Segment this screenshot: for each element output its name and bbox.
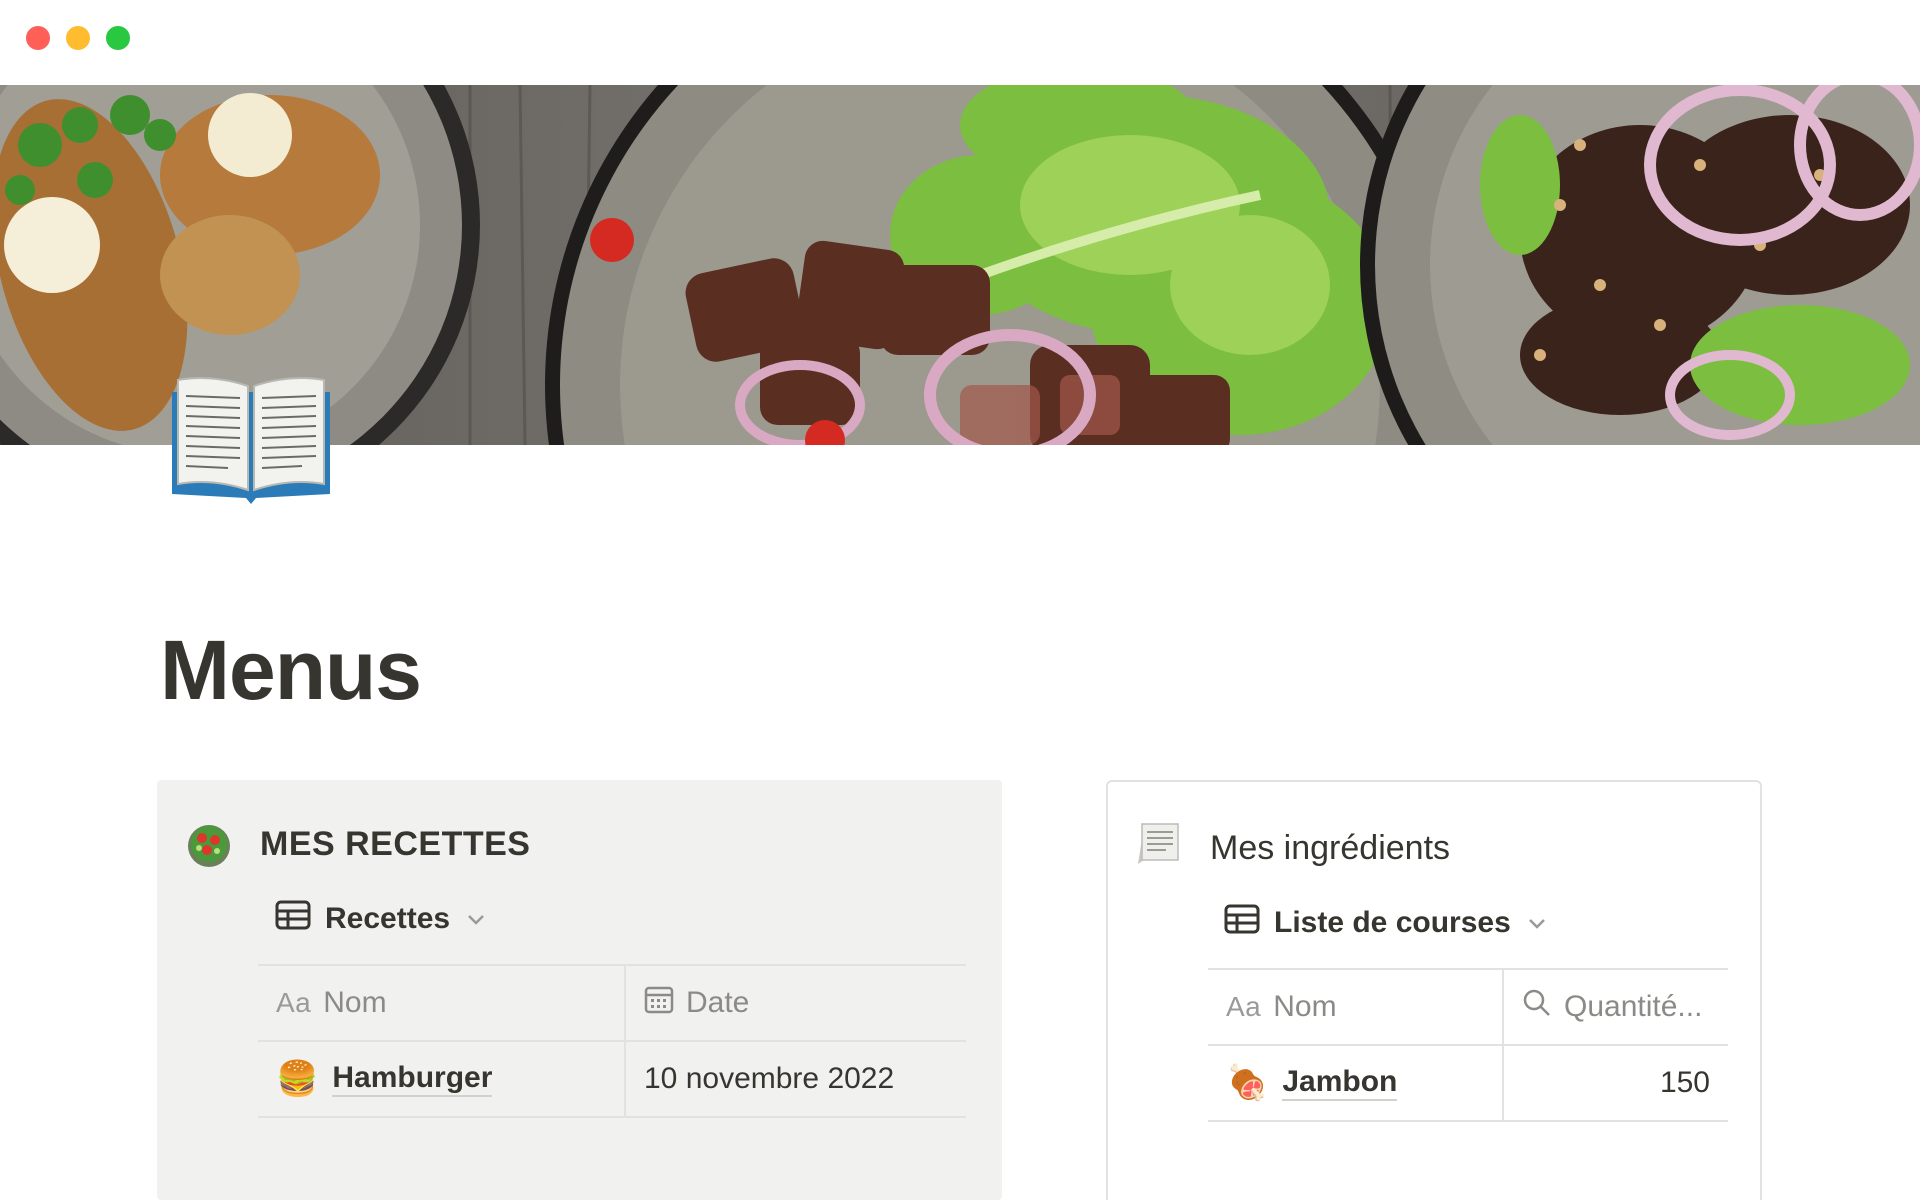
ingredients-view-tab[interactable]: Liste de courses (1224, 904, 1547, 942)
table-row[interactable]: 🍔 Hamburger 10 novembre 2022 (258, 1040, 966, 1118)
hamburger-icon: 🍔 (276, 1060, 319, 1098)
search-icon (1522, 988, 1552, 1026)
column-label: Quantité... (1564, 990, 1703, 1023)
column-header-date[interactable]: Date (626, 966, 966, 1040)
chevron-down-icon (1527, 910, 1547, 936)
ingredients-block: Mes ingrédients Liste de courses Aa Nom (1106, 780, 1762, 1200)
column-header-nom[interactable]: Aa Nom (258, 966, 626, 1040)
text-property-icon: Aa (276, 987, 312, 1018)
minimize-window-button[interactable] (66, 26, 90, 50)
open-book-icon[interactable] (168, 370, 334, 504)
maximize-window-button[interactable] (106, 26, 130, 50)
table-header-row: Aa Nom Quantité... (1208, 968, 1728, 1044)
page-title[interactable]: Menus (160, 620, 422, 720)
column-label: Date (686, 986, 750, 1019)
table-row[interactable]: 🍖 Jambon 150 (1208, 1044, 1728, 1122)
meat-on-bone-icon: 🍖 (1226, 1064, 1269, 1102)
salad-icon (185, 820, 233, 868)
ingredients-title: Mes ingrédients (1210, 829, 1451, 867)
row-title-link[interactable]: Jambon (1282, 1065, 1398, 1101)
receipt-icon (1134, 820, 1182, 868)
column-label: Nom (1273, 990, 1337, 1023)
column-header-nom[interactable]: Aa Nom (1208, 970, 1504, 1044)
table-icon (275, 900, 311, 938)
window-titlebar (0, 0, 1920, 85)
column-label: Nom (323, 986, 387, 1019)
recipes-callout: MES RECETTES Recettes Aa Nom Date 🍔 Hamb… (157, 780, 1002, 1200)
cell-date[interactable]: 10 novembre 2022 (626, 1042, 966, 1116)
cell-name[interactable]: 🍖 Jambon (1208, 1046, 1504, 1120)
column-header-quantite[interactable]: Quantité... (1504, 970, 1728, 1044)
text-property-icon: Aa (1226, 991, 1262, 1022)
table-icon (1224, 904, 1260, 942)
table-header-row: Aa Nom Date (258, 964, 966, 1040)
recipes-view-tab[interactable]: Recettes (275, 900, 486, 938)
row-title-link[interactable]: Hamburger (332, 1061, 493, 1097)
recipes-title: MES RECETTES (260, 825, 531, 863)
close-window-button[interactable] (26, 26, 50, 50)
recipes-view-label: Recettes (325, 902, 451, 935)
calendar-icon (644, 984, 674, 1022)
ingredients-view-label: Liste de courses (1274, 906, 1511, 939)
cell-quantity[interactable]: 150 (1504, 1046, 1728, 1120)
chevron-down-icon (466, 906, 486, 932)
cell-name[interactable]: 🍔 Hamburger (258, 1042, 626, 1116)
